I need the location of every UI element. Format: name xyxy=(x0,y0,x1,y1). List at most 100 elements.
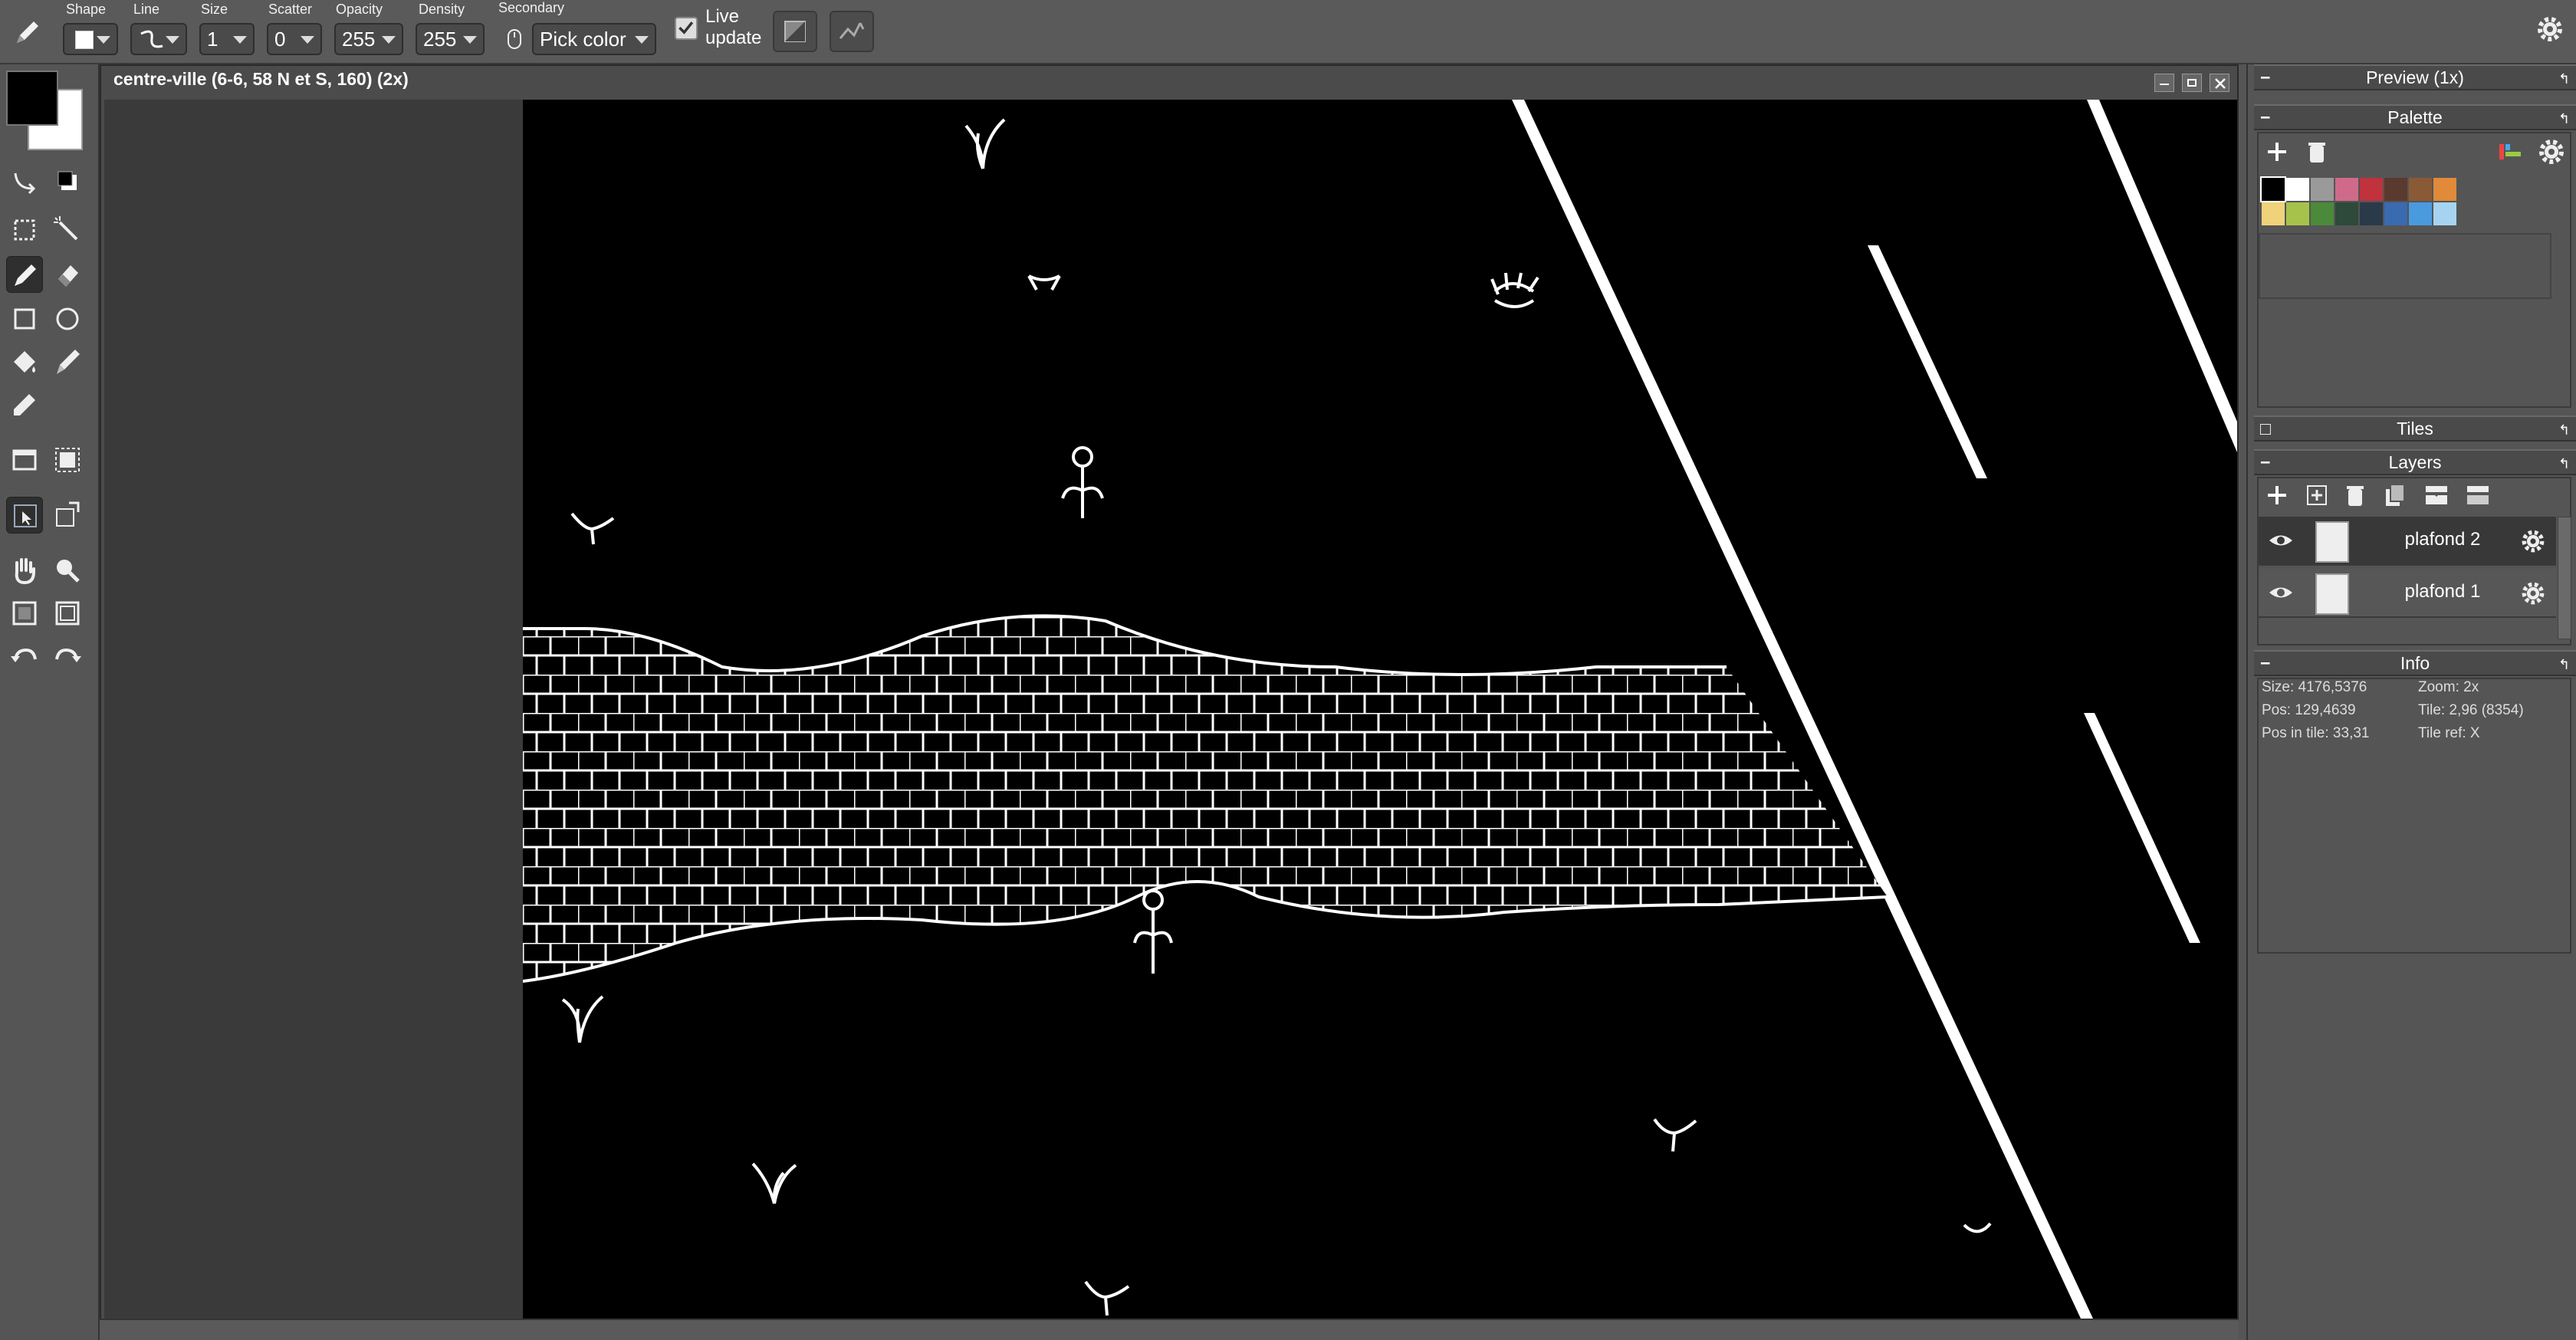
expand-icon[interactable]: □ xyxy=(2260,417,2271,440)
undo-icon[interactable] xyxy=(6,639,43,676)
palette-color-swatch[interactable] xyxy=(2286,202,2309,225)
palette-color-swatch[interactable] xyxy=(2360,202,2383,225)
pixel-artwork xyxy=(523,100,2237,1319)
opacity-dropdown[interactable]: 255 xyxy=(334,23,403,55)
ellipse-tool-icon[interactable] xyxy=(49,301,86,337)
detach-panel-icon[interactable]: ↰ xyxy=(2558,107,2570,130)
scatter-label: Scatter xyxy=(268,2,313,17)
palette-color-swatch[interactable] xyxy=(2384,202,2407,225)
close-window-icon[interactable] xyxy=(2210,74,2229,92)
palette-color-swatch[interactable] xyxy=(2262,202,2285,225)
info-tile: Tile: 2,96 (8354) xyxy=(2418,702,2524,718)
redo-icon[interactable] xyxy=(49,639,86,676)
rectangle-select-icon[interactable] xyxy=(6,212,43,248)
secondary-dropdown[interactable]: Pick color xyxy=(532,23,656,55)
palette-color-swatch[interactable] xyxy=(2433,202,2456,225)
density-label: Density xyxy=(419,2,465,17)
transform-tool-icon[interactable] xyxy=(49,442,86,478)
scatter-dropdown[interactable]: 0 xyxy=(267,23,322,55)
detach-panel-icon[interactable]: ↰ xyxy=(2558,653,2570,676)
palette-color-swatch[interactable] xyxy=(2335,202,2358,225)
palette-color-swatch[interactable] xyxy=(2286,178,2309,201)
detach-panel-icon[interactable]: ↰ xyxy=(2558,419,2570,442)
palette-title: Palette xyxy=(2387,107,2443,127)
collapse-icon[interactable]: − xyxy=(2260,652,2270,675)
preview-mode-button[interactable] xyxy=(773,11,817,52)
restore-window-icon[interactable] xyxy=(2182,74,2202,92)
detach-panel-icon[interactable]: ↰ xyxy=(2558,452,2570,475)
scatter-value: 0 xyxy=(274,28,286,51)
primary-color-swatch[interactable] xyxy=(6,71,58,126)
info-tile-ref: Tile ref: X xyxy=(2418,725,2480,741)
palette-color-swatch[interactable] xyxy=(2433,178,2456,201)
brush-icon[interactable] xyxy=(49,343,86,380)
palette-color-swatch[interactable] xyxy=(2260,176,2286,202)
merge-visible-icon[interactable] xyxy=(2463,480,2493,511)
palette-panel-header[interactable]: − Palette ↰ xyxy=(2254,104,2576,130)
palette-color-swatch[interactable] xyxy=(2311,202,2334,225)
drawing-canvas[interactable] xyxy=(523,100,2237,1319)
layer-preview-icon xyxy=(784,21,806,42)
grid-view-icon[interactable] xyxy=(6,595,43,632)
merge-down-icon[interactable] xyxy=(2421,480,2452,511)
palette-color-swatch[interactable] xyxy=(2409,202,2432,225)
palette-color-swatch[interactable] xyxy=(2335,178,2358,201)
palette-color-swatch[interactable] xyxy=(2360,178,2383,201)
add-layer-icon[interactable] xyxy=(2262,480,2292,511)
duplicate-layer-icon[interactable] xyxy=(2380,480,2410,511)
minimize-window-icon[interactable] xyxy=(2154,74,2174,92)
collapse-icon[interactable]: − xyxy=(2260,66,2270,89)
layers-panel-header[interactable]: − Layers ↰ xyxy=(2254,449,2576,475)
rectangle-tool-icon[interactable] xyxy=(6,301,43,337)
layer-settings-gear-icon[interactable] xyxy=(2519,580,2547,607)
zoom-icon[interactable] xyxy=(49,552,86,589)
selection-pointer-icon[interactable] xyxy=(6,497,43,534)
palette-gradient-icon[interactable] xyxy=(2495,136,2525,167)
layer-settings-gear-icon[interactable] xyxy=(2519,527,2547,555)
collapse-icon[interactable]: − xyxy=(2260,451,2270,474)
layers-scrollbar[interactable] xyxy=(2558,517,2571,639)
palette-settings-gear-icon[interactable] xyxy=(2536,136,2567,167)
palette-color-swatch[interactable] xyxy=(2384,178,2407,201)
eye-visibility-icon[interactable] xyxy=(2268,529,2294,552)
info-pos: Pos: 129,4639 xyxy=(2262,702,2356,718)
live-update-line1: Live xyxy=(705,6,740,27)
pencil-icon[interactable] xyxy=(11,15,44,49)
fill-bucket-icon[interactable] xyxy=(6,343,43,380)
delete-color-icon[interactable] xyxy=(2302,136,2332,167)
layer-row[interactable]: plafond 2 xyxy=(2259,517,2556,566)
preview-panel-header[interactable]: − Preview (1x) ↰ xyxy=(2254,64,2576,90)
add-group-icon[interactable] xyxy=(2302,480,2332,511)
hand-pan-icon[interactable] xyxy=(6,552,43,589)
color-picker-icon[interactable] xyxy=(6,386,43,423)
density-dropdown[interactable]: 255 xyxy=(416,23,485,55)
curve-options-button[interactable] xyxy=(830,11,874,52)
info-pos-in-tile: Pos in tile: 33,31 xyxy=(2262,725,2370,741)
layer-row[interactable]: plafond 1 xyxy=(2259,569,2556,618)
frame-view-icon[interactable] xyxy=(49,595,86,632)
collapse-icon[interactable]: − xyxy=(2260,106,2270,129)
line-dropdown[interactable] xyxy=(130,23,187,55)
magic-wand-icon[interactable] xyxy=(49,212,86,248)
add-color-icon[interactable] xyxy=(2262,136,2292,167)
palette-color-swatch[interactable] xyxy=(2311,178,2334,201)
tiles-panel-header[interactable]: □ Tiles ↰ xyxy=(2254,415,2576,442)
eye-visibility-icon[interactable] xyxy=(2268,581,2294,604)
size-dropdown[interactable]: 1 xyxy=(199,23,255,55)
detach-panel-icon[interactable]: ↰ xyxy=(2558,67,2570,90)
info-size: Size: 4176,5376 xyxy=(2262,679,2367,695)
text-tool-icon[interactable] xyxy=(6,442,43,478)
eraser-icon[interactable] xyxy=(49,256,86,293)
pencil-tool-icon[interactable] xyxy=(6,256,43,293)
move-selection-icon[interactable] xyxy=(49,497,86,534)
road-stripe xyxy=(2087,100,2237,452)
info-panel-header[interactable]: − Info ↰ xyxy=(2254,650,2576,676)
settings-gear-icon[interactable] xyxy=(2535,14,2565,44)
palette-color-swatch[interactable] xyxy=(2409,178,2432,201)
shape-dropdown[interactable] xyxy=(63,23,118,55)
live-update-checkbox[interactable] xyxy=(675,17,698,40)
reset-colors-icon[interactable] xyxy=(49,163,86,199)
horizontal-scrollbar[interactable] xyxy=(100,1319,2239,1340)
swap-colors-icon[interactable] xyxy=(6,163,43,199)
delete-layer-icon[interactable] xyxy=(2340,480,2371,511)
